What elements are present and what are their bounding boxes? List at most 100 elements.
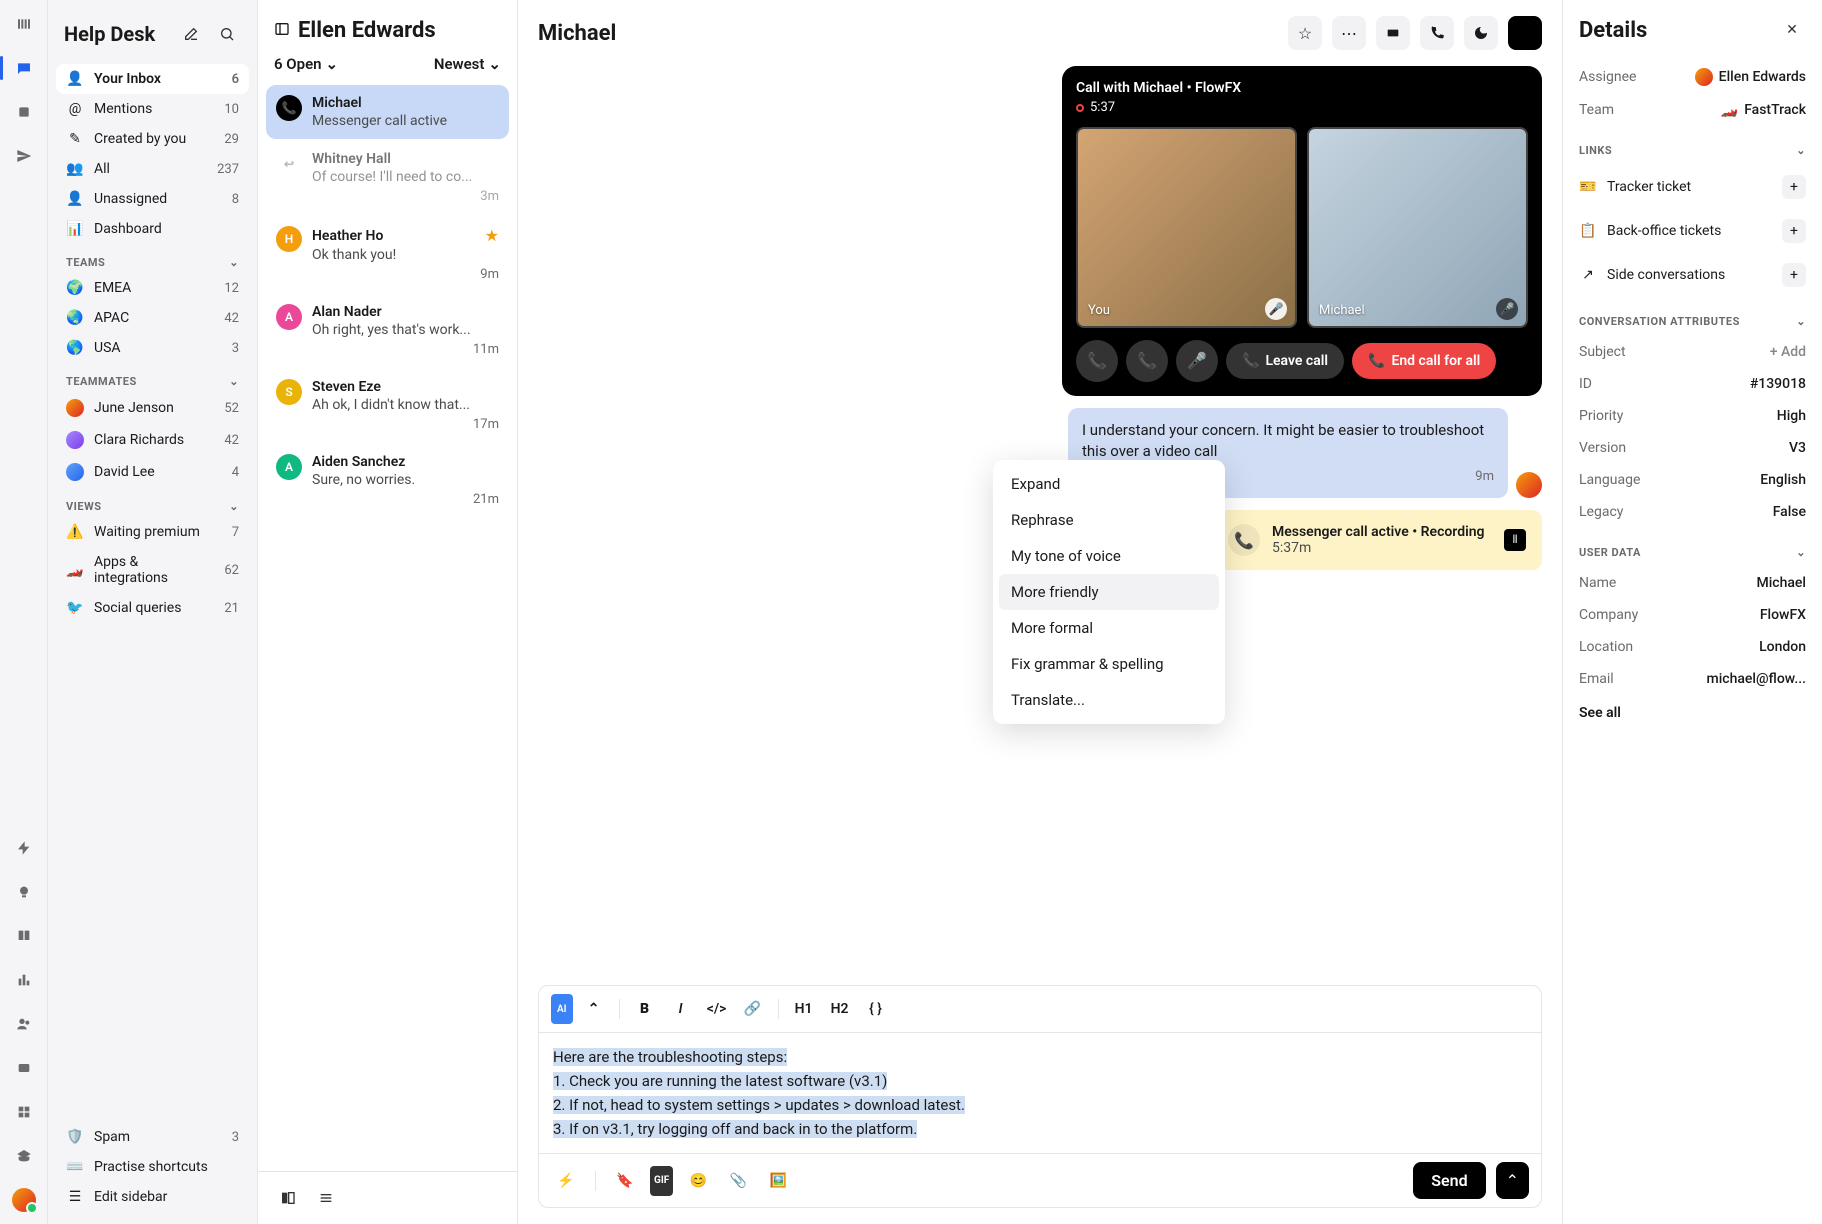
link-button[interactable]: 🔗 <box>738 994 768 1024</box>
ai-rephrase[interactable]: Rephrase <box>999 502 1219 538</box>
conversation-item[interactable]: A Aiden SanchezSure, no worries.21m <box>266 444 509 517</box>
call-button[interactable] <box>1420 16 1454 50</box>
link-back-office[interactable]: 📋Back-office tickets+ <box>1579 209 1806 253</box>
nav-edit-sidebar[interactable]: ☰Edit sidebar <box>56 1182 249 1212</box>
conversation-item[interactable]: H Heather Ho★Ok thank you!9m <box>266 216 509 292</box>
book-rail-icon[interactable] <box>12 924 36 948</box>
ticket-button[interactable] <box>1376 16 1410 50</box>
add-link-button[interactable]: + <box>1782 263 1806 287</box>
views-header[interactable]: VIEWS⌄ <box>56 488 249 517</box>
ai-more-friendly[interactable]: More friendly <box>999 574 1219 610</box>
ai-expand[interactable]: Expand <box>999 466 1219 502</box>
call-hold-button[interactable]: 📞 <box>1126 340 1168 382</box>
attr-subject[interactable]: + Add <box>1770 344 1806 360</box>
reports-rail-icon[interactable] <box>12 968 36 992</box>
panel-toggle-icon[interactable] <box>274 21 290 41</box>
team-usa[interactable]: 🌎USA3 <box>56 333 249 363</box>
view-waiting-premium[interactable]: ⚠️Waiting premium7 <box>56 517 249 547</box>
attr-version[interactable]: V3 <box>1789 440 1806 456</box>
compose-icon[interactable] <box>177 20 205 48</box>
nav-your-inbox[interactable]: 👤Your Inbox6 <box>56 64 249 94</box>
contacts-rail-icon[interactable] <box>12 1012 36 1036</box>
teammate-june[interactable]: June Jenson52 <box>56 392 249 424</box>
teammate-clara[interactable]: Clara Richards42 <box>56 424 249 456</box>
attr-priority[interactable]: High <box>1777 408 1806 424</box>
team-apac[interactable]: 🌏APAC42 <box>56 303 249 333</box>
conversation-item[interactable]: S Steven EzeAh ok, I didn't know that...… <box>266 369 509 442</box>
attr-legacy[interactable]: False <box>1773 504 1806 520</box>
snooze-button[interactable] <box>1464 16 1498 50</box>
codeblock-button[interactable]: { } <box>861 994 891 1024</box>
team-value[interactable]: 🏎️FastTrack <box>1721 102 1806 118</box>
apps-rail-icon[interactable] <box>12 1100 36 1124</box>
attr-language[interactable]: English <box>1760 472 1806 488</box>
view-social-queries[interactable]: 🐦Social queries21 <box>56 593 249 623</box>
view-apps-integrations[interactable]: 🏎️Apps & integrations62 <box>56 547 249 593</box>
call-mute-button[interactable]: 🎤 <box>1176 340 1218 382</box>
ai-chevron-button[interactable]: ⌃ <box>579 994 609 1024</box>
bolt-button[interactable]: ⚡ <box>551 1166 581 1196</box>
add-link-button[interactable]: + <box>1782 175 1806 199</box>
emoji-button[interactable]: 😊 <box>683 1166 713 1196</box>
italic-button[interactable]: I <box>666 994 696 1024</box>
code-button[interactable]: </> <box>702 994 732 1024</box>
close-details-icon[interactable]: ✕ <box>1778 16 1806 44</box>
layout-list-icon[interactable] <box>312 1184 340 1212</box>
close-conversation-button[interactable] <box>1508 16 1542 50</box>
send-dropdown-button[interactable]: ⌃ <box>1496 1162 1529 1199</box>
link-tracker-ticket[interactable]: 🎫Tracker ticket+ <box>1579 165 1806 209</box>
team-emea[interactable]: 🌍EMEA12 <box>56 273 249 303</box>
nav-spam[interactable]: 🛡️Spam3 <box>56 1122 249 1152</box>
see-all-button[interactable]: See all <box>1579 695 1806 731</box>
open-filter[interactable]: 6 Open⌄ <box>274 55 338 73</box>
call-dial-button[interactable]: 📞 <box>1076 340 1118 382</box>
nav-all[interactable]: 👥All237 <box>56 154 249 184</box>
ai-tone[interactable]: My tone of voice <box>999 538 1219 574</box>
ai-toolbar-button[interactable]: AI <box>551 994 573 1024</box>
image-button[interactable]: 🖼️ <box>763 1166 793 1196</box>
conversation-item[interactable]: ↩ Whitney HallOf course! I'll need to co… <box>266 141 509 214</box>
conversation-item[interactable]: A Alan NaderOh right, yes that's work...… <box>266 294 509 367</box>
link-side-conversations[interactable]: ↗Side conversations+ <box>1579 253 1806 297</box>
h1-button[interactable]: H1 <box>789 994 819 1024</box>
h2-button[interactable]: H2 <box>825 994 855 1024</box>
teammates-header[interactable]: TEAMMATES⌄ <box>56 363 249 392</box>
messenger-rail-icon[interactable] <box>12 1056 36 1080</box>
end-call-button[interactable]: 📞End call for all <box>1352 343 1496 379</box>
inbox-rail-icon[interactable] <box>12 56 36 80</box>
leave-call-button[interactable]: 📞Leave call <box>1226 343 1344 379</box>
nav-dashboard[interactable]: 📊Dashboard <box>56 214 249 244</box>
teammate-david[interactable]: David Lee4 <box>56 456 249 488</box>
nav-created-by-you[interactable]: ✎Created by you29 <box>56 124 249 154</box>
nav-mentions[interactable]: @Mentions10 <box>56 94 249 124</box>
search-icon[interactable] <box>213 20 241 48</box>
attachment-button[interactable]: 📎 <box>723 1166 753 1196</box>
app-logo-icon[interactable] <box>12 12 36 36</box>
more-button[interactable]: ⋯ <box>1332 16 1366 50</box>
links-header[interactable]: LINKS⌄ <box>1579 144 1806 157</box>
ai-more-formal[interactable]: More formal <box>999 610 1219 646</box>
layout-columns-icon[interactable] <box>274 1184 302 1212</box>
teams-header[interactable]: TEAMS⌄ <box>56 244 249 273</box>
bookmark-button[interactable]: 🔖 <box>610 1166 640 1196</box>
bolt-rail-icon[interactable] <box>12 836 36 860</box>
assignee-value[interactable]: Ellen Edwards <box>1695 68 1806 86</box>
nav-shortcuts[interactable]: ⌨️Practise shortcuts <box>56 1152 249 1182</box>
star-button[interactable]: ☆ <box>1288 16 1322 50</box>
ai-translate[interactable]: Translate... <box>999 682 1219 718</box>
ai-fix-grammar[interactable]: Fix grammar & spelling <box>999 646 1219 682</box>
userdata-header[interactable]: USER DATA⌄ <box>1579 546 1806 559</box>
nav-unassigned[interactable]: 👤Unassigned8 <box>56 184 249 214</box>
academy-rail-icon[interactable] <box>12 1144 36 1168</box>
add-link-button[interactable]: + <box>1782 219 1806 243</box>
gif-button[interactable]: GIF <box>650 1166 673 1196</box>
user-avatar[interactable] <box>12 1188 36 1212</box>
automation-rail-icon[interactable] <box>12 100 36 124</box>
bold-button[interactable]: B <box>630 994 660 1024</box>
compose-textarea[interactable]: Here are the troubleshooting steps: 1. C… <box>539 1033 1541 1153</box>
bulb-rail-icon[interactable] <box>12 880 36 904</box>
send-button[interactable]: Send <box>1413 1162 1485 1199</box>
send-rail-icon[interactable] <box>12 144 36 168</box>
conversation-item[interactable]: 📞 MichaelMessenger call active <box>266 85 509 139</box>
sort-filter[interactable]: Newest⌄ <box>434 55 501 73</box>
